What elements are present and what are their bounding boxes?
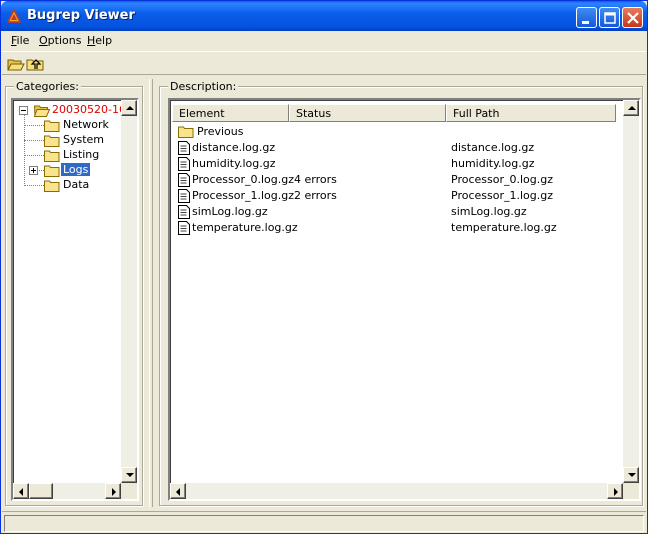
scroll-right-button[interactable] [105, 483, 121, 499]
scroll-thumb[interactable] [29, 483, 53, 499]
toolbar [2, 51, 646, 75]
scroll-up-button[interactable] [623, 100, 639, 116]
close-button[interactable] [622, 7, 643, 28]
element-path: temperature.log.gz [451, 221, 557, 234]
element-name: Previous [197, 125, 244, 138]
column-header-status[interactable]: Status [289, 104, 446, 122]
element-path: distance.log.gz [451, 141, 535, 154]
arrow-down-icon [628, 473, 636, 477]
category-tree[interactable]: 20030520-16 Network System Listing Logs [11, 98, 139, 501]
arrow-right-icon [614, 488, 618, 496]
element-path: Processor_1.log.gz [451, 189, 553, 202]
tree-item-logs[interactable]: Logs [13, 163, 133, 178]
maximize-icon [604, 12, 616, 24]
file-icon [178, 141, 190, 155]
scroll-left-button[interactable] [170, 483, 186, 499]
scroll-down-button[interactable] [121, 467, 137, 483]
folder-icon [178, 126, 194, 138]
folder-icon [44, 120, 60, 132]
list-horizontal-scrollbar[interactable] [170, 483, 623, 499]
scroll-left-button[interactable] [13, 483, 29, 499]
file-icon [178, 157, 190, 171]
description-group: Description: Element Status Full Path Pr… [159, 80, 643, 506]
list-item[interactable]: distance.log.gz distance.log.gz [170, 140, 616, 156]
tree-item-data[interactable]: Data [13, 178, 133, 193]
list-item[interactable]: simLog.log.gz simLog.log.gz [170, 204, 616, 220]
tree-item-label: Network [63, 118, 109, 131]
element-name: distance.log.gz [192, 141, 276, 154]
minimize-button[interactable] [576, 7, 597, 28]
column-header-full-path[interactable]: Full Path [446, 104, 616, 122]
expand-icon[interactable] [29, 166, 38, 175]
categories-group: Categories: 20030520-16 Network System L… [5, 80, 143, 506]
element-status: 4 errors [294, 173, 337, 186]
arrow-up-icon [126, 106, 134, 110]
menu-file[interactable]: File [11, 34, 29, 47]
list-item[interactable]: humidity.log.gz humidity.log.gz [170, 156, 616, 172]
scroll-up-button[interactable] [121, 100, 137, 116]
tree-item-label: Data [63, 178, 90, 191]
tree-item-network[interactable]: Network [13, 118, 133, 133]
element-path: humidity.log.gz [451, 157, 535, 170]
maximize-button[interactable] [599, 7, 620, 28]
description-label: Description: [168, 80, 239, 93]
menu-help[interactable]: Help [87, 34, 112, 47]
minimize-icon [582, 21, 589, 24]
arrow-right-icon [112, 488, 116, 496]
tree-item-label: Logs [61, 163, 91, 176]
scroll-down-button[interactable] [623, 467, 639, 483]
tree-item-label: System [63, 133, 105, 146]
tree-vertical-scrollbar[interactable] [121, 100, 137, 483]
arrow-left-icon [19, 488, 23, 496]
collapse-icon[interactable] [19, 106, 28, 115]
file-icon [178, 189, 190, 203]
menu-options[interactable]: Options [39, 34, 81, 47]
tree-root-label: 20030520-16 [52, 103, 126, 116]
element-name: humidity.log.gz [192, 157, 276, 170]
list-item[interactable]: Processor_1.log.gz 2 errors Processor_1.… [170, 188, 616, 204]
scroll-right-button[interactable] [607, 483, 623, 499]
app-window: Bugrep Viewer File Options Help Categori… [0, 0, 648, 534]
status-panel [4, 515, 644, 532]
tree-item-label: Listing [63, 148, 100, 161]
tree-horizontal-scrollbar[interactable] [13, 483, 121, 499]
element-name: simLog.log.gz [192, 205, 268, 218]
app-icon [7, 9, 21, 23]
list-item[interactable]: temperature.log.gz temperature.log.gz [170, 220, 616, 236]
tree-item-listing[interactable]: Listing [13, 148, 133, 163]
close-icon [627, 12, 639, 24]
up-folder-icon[interactable] [26, 55, 44, 73]
element-status: 2 errors [294, 189, 337, 202]
arrow-down-icon [126, 473, 134, 477]
element-path: simLog.log.gz [451, 205, 527, 218]
folder-icon [44, 165, 60, 177]
menu-bar: File Options Help [2, 31, 646, 50]
arrow-left-icon [176, 488, 180, 496]
arrow-up-icon [628, 106, 636, 110]
element-name: temperature.log.gz [192, 221, 298, 234]
folder-icon [44, 150, 60, 162]
element-path: Processor_0.log.gz [451, 173, 553, 186]
list-vertical-scrollbar[interactable] [623, 100, 639, 483]
list-item[interactable]: Previous [170, 124, 616, 140]
status-bar [2, 511, 646, 533]
file-icon [178, 173, 190, 187]
list-item[interactable]: Processor_0.log.gz 4 errors Processor_0.… [170, 172, 616, 188]
folder-icon [44, 135, 60, 147]
open-folder-icon [34, 105, 50, 117]
tree-root[interactable]: 20030520-16 [13, 103, 133, 118]
tree-item-system[interactable]: System [13, 133, 133, 148]
categories-label: Categories: [14, 80, 81, 93]
file-icon [178, 205, 190, 219]
title-bar[interactable]: Bugrep Viewer [1, 1, 647, 31]
folder-icon [44, 180, 60, 192]
element-name: Processor_0.log.gz [192, 173, 294, 186]
column-header-element[interactable]: Element [172, 104, 289, 122]
element-list[interactable]: Element Status Full Path Previous distan… [168, 98, 641, 501]
open-folder-icon[interactable] [7, 55, 25, 73]
pane-splitter[interactable] [149, 79, 153, 507]
window-title: Bugrep Viewer [27, 8, 135, 23]
element-name: Processor_1.log.gz [192, 189, 294, 202]
file-icon [178, 221, 190, 235]
